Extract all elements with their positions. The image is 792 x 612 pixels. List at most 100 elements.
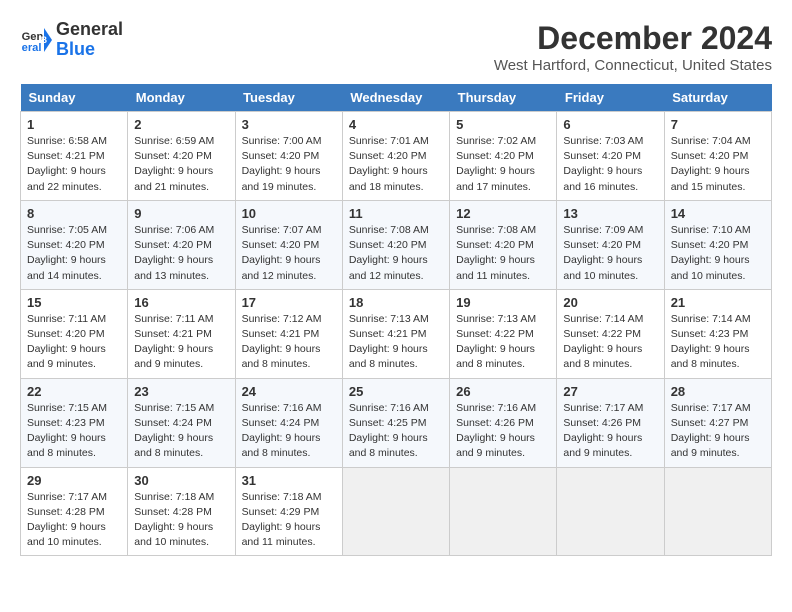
calendar-cell: 1 Sunrise: 6:58 AMSunset: 4:21 PMDayligh… (21, 112, 128, 201)
logo-icon: Gen eral B (20, 24, 52, 56)
day-number: 8 (27, 206, 121, 221)
day-number: 21 (671, 295, 765, 310)
calendar-cell (664, 467, 771, 556)
day-info: Sunrise: 7:16 AMSunset: 4:25 PMDaylight:… (349, 402, 429, 460)
day-info: Sunrise: 7:12 AMSunset: 4:21 PMDaylight:… (242, 313, 322, 371)
day-info: Sunrise: 7:14 AMSunset: 4:22 PMDaylight:… (563, 313, 643, 371)
day-info: Sunrise: 7:15 AMSunset: 4:24 PMDaylight:… (134, 402, 214, 460)
header-thursday: Thursday (450, 84, 557, 112)
calendar-cell: 14 Sunrise: 7:10 AMSunset: 4:20 PMDaylig… (664, 200, 771, 289)
day-number: 26 (456, 384, 550, 399)
calendar-cell: 15 Sunrise: 7:11 AMSunset: 4:20 PMDaylig… (21, 289, 128, 378)
calendar-cell: 13 Sunrise: 7:09 AMSunset: 4:20 PMDaylig… (557, 200, 664, 289)
day-number: 18 (349, 295, 443, 310)
calendar-cell (557, 467, 664, 556)
header-friday: Friday (557, 84, 664, 112)
calendar-cell: 5 Sunrise: 7:02 AMSunset: 4:20 PMDayligh… (450, 112, 557, 201)
calendar-cell: 19 Sunrise: 7:13 AMSunset: 4:22 PMDaylig… (450, 289, 557, 378)
day-info: Sunrise: 7:09 AMSunset: 4:20 PMDaylight:… (563, 224, 643, 282)
day-number: 30 (134, 473, 228, 488)
calendar-cell: 21 Sunrise: 7:14 AMSunset: 4:23 PMDaylig… (664, 289, 771, 378)
day-number: 22 (27, 384, 121, 399)
week-row-4: 22 Sunrise: 7:15 AMSunset: 4:23 PMDaylig… (21, 378, 772, 467)
title-area: December 2024 West Hartford, Connecticut… (494, 20, 772, 74)
day-number: 5 (456, 117, 550, 132)
calendar-cell: 10 Sunrise: 7:07 AMSunset: 4:20 PMDaylig… (235, 200, 342, 289)
day-info: Sunrise: 7:08 AMSunset: 4:20 PMDaylight:… (456, 224, 536, 282)
day-number: 20 (563, 295, 657, 310)
day-number: 11 (349, 206, 443, 221)
day-info: Sunrise: 7:10 AMSunset: 4:20 PMDaylight:… (671, 224, 751, 282)
day-number: 6 (563, 117, 657, 132)
logo-line2: Blue (56, 40, 123, 60)
day-info: Sunrise: 7:16 AMSunset: 4:26 PMDaylight:… (456, 402, 536, 460)
day-number: 28 (671, 384, 765, 399)
calendar-cell: 27 Sunrise: 7:17 AMSunset: 4:26 PMDaylig… (557, 378, 664, 467)
day-number: 25 (349, 384, 443, 399)
day-number: 31 (242, 473, 336, 488)
day-number: 10 (242, 206, 336, 221)
calendar-cell: 23 Sunrise: 7:15 AMSunset: 4:24 PMDaylig… (128, 378, 235, 467)
calendar-cell: 25 Sunrise: 7:16 AMSunset: 4:25 PMDaylig… (342, 378, 449, 467)
week-row-2: 8 Sunrise: 7:05 AMSunset: 4:20 PMDayligh… (21, 200, 772, 289)
day-info: Sunrise: 7:11 AMSunset: 4:20 PMDaylight:… (27, 313, 106, 371)
week-row-5: 29 Sunrise: 7:17 AMSunset: 4:28 PMDaylig… (21, 467, 772, 556)
day-info: Sunrise: 7:01 AMSunset: 4:20 PMDaylight:… (349, 135, 429, 193)
calendar-cell (450, 467, 557, 556)
day-number: 7 (671, 117, 765, 132)
day-info: Sunrise: 7:06 AMSunset: 4:20 PMDaylight:… (134, 224, 214, 282)
calendar-cell: 8 Sunrise: 7:05 AMSunset: 4:20 PMDayligh… (21, 200, 128, 289)
day-info: Sunrise: 7:13 AMSunset: 4:21 PMDaylight:… (349, 313, 429, 371)
day-number: 13 (563, 206, 657, 221)
calendar-cell: 16 Sunrise: 7:11 AMSunset: 4:21 PMDaylig… (128, 289, 235, 378)
day-number: 2 (134, 117, 228, 132)
logo: Gen eral B General Blue (20, 20, 123, 60)
calendar-cell: 26 Sunrise: 7:16 AMSunset: 4:26 PMDaylig… (450, 378, 557, 467)
day-info: Sunrise: 7:18 AMSunset: 4:28 PMDaylight:… (134, 491, 214, 549)
month-title: December 2024 (494, 20, 772, 57)
day-number: 24 (242, 384, 336, 399)
header: Gen eral B General Blue December 2024 We… (20, 20, 772, 74)
day-number: 9 (134, 206, 228, 221)
day-info: Sunrise: 7:04 AMSunset: 4:20 PMDaylight:… (671, 135, 751, 193)
day-number: 19 (456, 295, 550, 310)
svg-text:eral: eral (22, 42, 42, 54)
day-info: Sunrise: 7:05 AMSunset: 4:20 PMDaylight:… (27, 224, 107, 282)
day-info: Sunrise: 7:03 AMSunset: 4:20 PMDaylight:… (563, 135, 643, 193)
week-row-3: 15 Sunrise: 7:11 AMSunset: 4:20 PMDaylig… (21, 289, 772, 378)
day-info: Sunrise: 7:17 AMSunset: 4:26 PMDaylight:… (563, 402, 643, 460)
calendar-cell: 7 Sunrise: 7:04 AMSunset: 4:20 PMDayligh… (664, 112, 771, 201)
week-row-1: 1 Sunrise: 6:58 AMSunset: 4:21 PMDayligh… (21, 112, 772, 201)
day-info: Sunrise: 7:00 AMSunset: 4:20 PMDaylight:… (242, 135, 322, 193)
calendar-header-row: SundayMondayTuesdayWednesdayThursdayFrid… (21, 84, 772, 112)
calendar-cell: 3 Sunrise: 7:00 AMSunset: 4:20 PMDayligh… (235, 112, 342, 201)
calendar-table: SundayMondayTuesdayWednesdayThursdayFrid… (20, 84, 772, 556)
calendar-cell: 9 Sunrise: 7:06 AMSunset: 4:20 PMDayligh… (128, 200, 235, 289)
day-info: Sunrise: 7:17 AMSunset: 4:27 PMDaylight:… (671, 402, 751, 460)
day-number: 29 (27, 473, 121, 488)
calendar-cell: 28 Sunrise: 7:17 AMSunset: 4:27 PMDaylig… (664, 378, 771, 467)
calendar-cell: 11 Sunrise: 7:08 AMSunset: 4:20 PMDaylig… (342, 200, 449, 289)
calendar-cell: 20 Sunrise: 7:14 AMSunset: 4:22 PMDaylig… (557, 289, 664, 378)
calendar-cell: 29 Sunrise: 7:17 AMSunset: 4:28 PMDaylig… (21, 467, 128, 556)
day-info: Sunrise: 7:11 AMSunset: 4:21 PMDaylight:… (134, 313, 213, 371)
calendar-cell: 17 Sunrise: 7:12 AMSunset: 4:21 PMDaylig… (235, 289, 342, 378)
day-number: 4 (349, 117, 443, 132)
header-monday: Monday (128, 84, 235, 112)
day-number: 27 (563, 384, 657, 399)
day-info: Sunrise: 7:07 AMSunset: 4:20 PMDaylight:… (242, 224, 322, 282)
day-number: 14 (671, 206, 765, 221)
day-info: Sunrise: 7:08 AMSunset: 4:20 PMDaylight:… (349, 224, 429, 282)
day-info: Sunrise: 7:02 AMSunset: 4:20 PMDaylight:… (456, 135, 536, 193)
day-number: 12 (456, 206, 550, 221)
calendar-cell: 4 Sunrise: 7:01 AMSunset: 4:20 PMDayligh… (342, 112, 449, 201)
calendar-cell: 30 Sunrise: 7:18 AMSunset: 4:28 PMDaylig… (128, 467, 235, 556)
day-info: Sunrise: 7:14 AMSunset: 4:23 PMDaylight:… (671, 313, 751, 371)
calendar-cell: 18 Sunrise: 7:13 AMSunset: 4:21 PMDaylig… (342, 289, 449, 378)
day-info: Sunrise: 7:18 AMSunset: 4:29 PMDaylight:… (242, 491, 322, 549)
location-title: West Hartford, Connecticut, United State… (494, 57, 772, 74)
day-info: Sunrise: 7:17 AMSunset: 4:28 PMDaylight:… (27, 491, 107, 549)
day-number: 1 (27, 117, 121, 132)
calendar-cell: 6 Sunrise: 7:03 AMSunset: 4:20 PMDayligh… (557, 112, 664, 201)
calendar-cell: 2 Sunrise: 6:59 AMSunset: 4:20 PMDayligh… (128, 112, 235, 201)
